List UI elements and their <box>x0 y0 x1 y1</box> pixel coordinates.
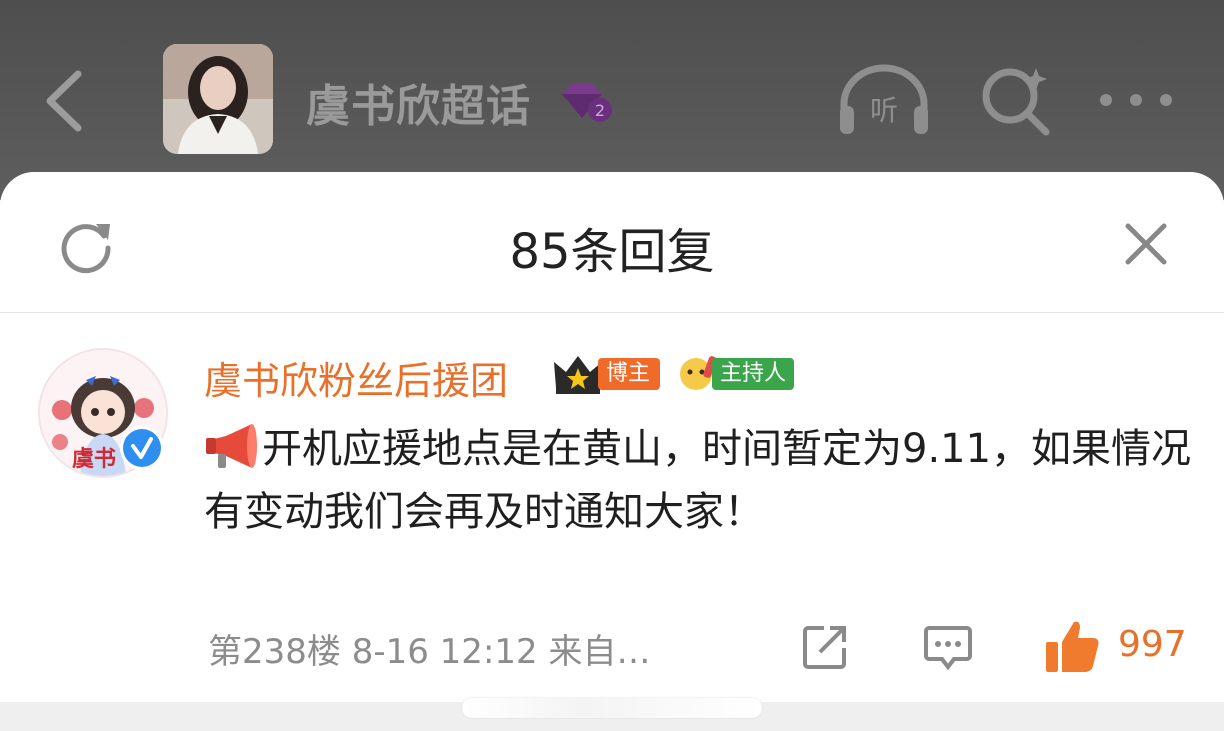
back-arrow-icon[interactable] <box>40 66 90 136</box>
diamond-level-badge-icon: 2 <box>562 84 612 122</box>
listen-label: 听 <box>870 94 898 127</box>
host-tag: 主持人 <box>712 358 795 390</box>
topic-title: 虞书欣超话 <box>306 81 531 132</box>
topic-avatar[interactable] <box>163 44 273 154</box>
verified-badge-icon <box>120 426 164 470</box>
replies-sheet: 85条回复 虞书 虞书欣粉丝后援团 博主 主持人 开机应援地点是在黄山，时间暂定… <box>0 172 1224 702</box>
like-thumbs-up-icon[interactable] <box>1042 618 1102 674</box>
commenter-username[interactable]: 虞书欣粉丝后援团 <box>204 350 508 405</box>
sheet-header: 85条回复 <box>0 172 1224 313</box>
replies-count-title: 85条回复 <box>509 224 715 280</box>
share-icon[interactable] <box>802 624 848 670</box>
badge-level-number: 2 <box>595 101 605 120</box>
reply-comment-icon[interactable] <box>924 624 972 670</box>
close-icon[interactable] <box>1122 220 1170 268</box>
listen-headphone-icon[interactable]: 听 <box>836 62 932 136</box>
top-nav-bar: 虞书欣超话 2 听 <box>0 0 1224 200</box>
like-count: 997 <box>1118 624 1187 665</box>
comment-meta: 第238楼 8-16 12:12 来自… <box>208 632 651 672</box>
avatar-caption: 虞书 <box>72 447 116 472</box>
blogger-tag: 博主 <box>598 358 661 390</box>
more-options-icon[interactable] <box>1098 90 1174 110</box>
home-indicator-bar[interactable] <box>462 698 762 718</box>
comment-text: 开机应援地点是在黄山，时间暂定为9.11，如果情况有变动我们会再及时通知大家！ <box>204 426 1192 535</box>
search-icon[interactable] <box>978 64 1052 138</box>
